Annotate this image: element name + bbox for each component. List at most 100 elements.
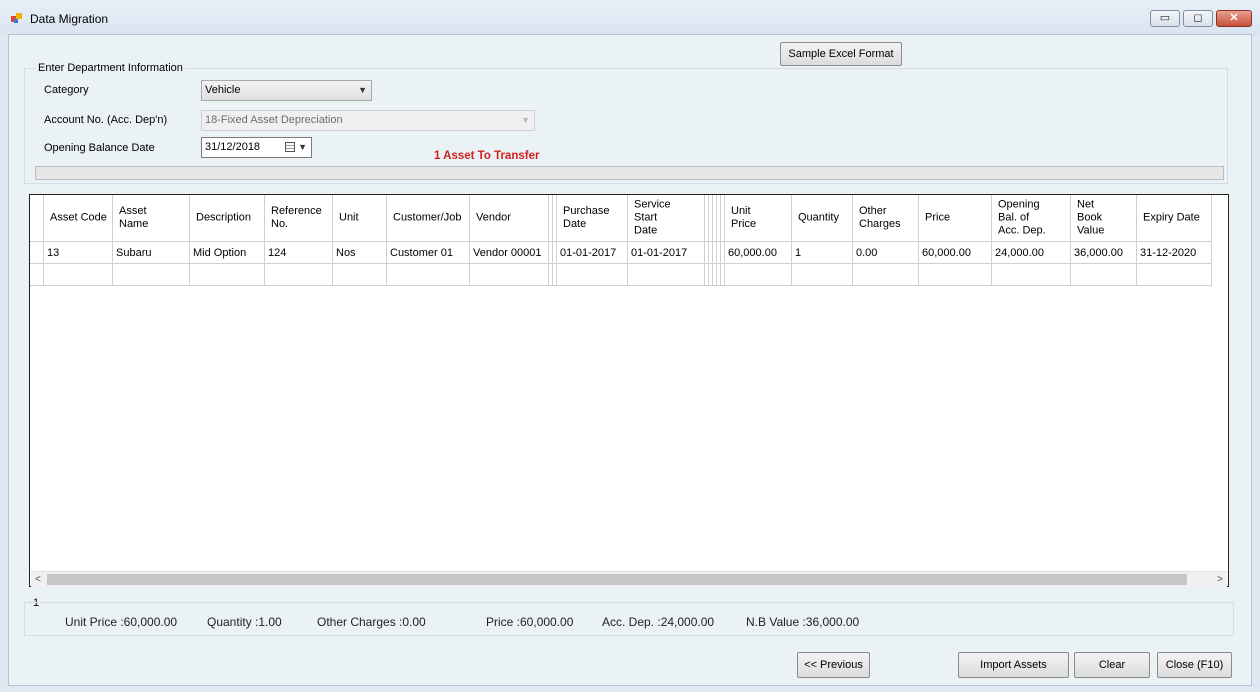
column-header[interactable]: Opening Bal. of Acc. Dep. bbox=[992, 195, 1071, 242]
table-cell[interactable]: 1 bbox=[792, 242, 853, 264]
new-row-cell[interactable] bbox=[992, 264, 1071, 286]
new-row-cell[interactable] bbox=[265, 264, 333, 286]
column-header-label: Expiry Date bbox=[1143, 211, 1200, 224]
new-row-cell[interactable] bbox=[1137, 264, 1212, 286]
opening-balance-date-picker[interactable]: 31/12/2018 ▼ bbox=[201, 137, 312, 158]
other-charges-summary: Other Charges :0.00 bbox=[317, 615, 426, 629]
table-cell[interactable]: 01-01-2017 bbox=[628, 242, 705, 264]
new-row-cell[interactable] bbox=[1071, 264, 1137, 286]
new-row-cell[interactable] bbox=[557, 264, 628, 286]
new-row-cell[interactable] bbox=[919, 264, 992, 286]
title-bar: Data Migration ▭ ◻ ✕ bbox=[0, 0, 1260, 36]
row-header-corner bbox=[30, 195, 44, 242]
account-select: 18-Fixed Asset Depreciation ▼ bbox=[201, 110, 535, 131]
scrollbar-thumb[interactable] bbox=[47, 574, 1187, 585]
acc-dep-summary: Acc. Dep. :24,000.00 bbox=[602, 615, 715, 629]
table-cell[interactable]: 36,000.00 bbox=[1071, 242, 1137, 264]
row-selector[interactable] bbox=[30, 242, 44, 264]
price-summary: Price :60,000.00 bbox=[486, 615, 574, 629]
column-header[interactable]: Quantity bbox=[792, 195, 853, 242]
column-header[interactable]: Unit bbox=[333, 195, 387, 242]
column-header-label: Unit bbox=[339, 211, 359, 224]
cell-value: Subaru bbox=[116, 247, 152, 259]
minimize-icon: ▭ bbox=[1159, 12, 1171, 24]
category-label: Category bbox=[44, 84, 89, 96]
quantity-summary: Quantity :1.00 bbox=[207, 615, 282, 629]
assets-grid[interactable]: Asset Code Asset Name Description Reference… bbox=[29, 194, 1229, 587]
cell-value: 60,000.00 bbox=[728, 247, 777, 259]
category-select[interactable]: Vehicle ▼ bbox=[201, 80, 372, 101]
table-cell[interactable]: Nos bbox=[333, 242, 387, 264]
column-header[interactable]: Expiry Date bbox=[1137, 195, 1212, 242]
close-window-button[interactable]: ✕ bbox=[1216, 10, 1252, 27]
column-header-label: Description bbox=[196, 211, 252, 224]
new-row-cell[interactable] bbox=[387, 264, 470, 286]
progress-bar bbox=[35, 166, 1224, 180]
previous-button[interactable]: << Previous bbox=[797, 652, 870, 678]
column-header-label: Opening Bal. of Acc. Dep. bbox=[998, 198, 1046, 237]
column-header[interactable]: Asset Name bbox=[113, 195, 190, 242]
new-row-cell[interactable] bbox=[113, 264, 190, 286]
close-button[interactable]: Close (F10) bbox=[1157, 652, 1232, 678]
table-cell[interactable]: 0.00 bbox=[853, 242, 919, 264]
column-header[interactable]: Reference No. bbox=[265, 195, 333, 242]
column-header[interactable]: Purchase Date bbox=[557, 195, 628, 242]
new-row-cell[interactable] bbox=[333, 264, 387, 286]
scroll-right-icon[interactable]: > bbox=[1217, 572, 1223, 587]
chevron-down-icon: ▼ bbox=[521, 115, 530, 125]
column-header-label: Purchase Date bbox=[563, 205, 610, 230]
table-cell[interactable]: Vendor 00001 bbox=[470, 242, 549, 264]
clear-button[interactable]: Clear bbox=[1074, 652, 1150, 678]
column-header-label: Unit Price bbox=[731, 205, 757, 230]
calendar-icon bbox=[285, 142, 295, 152]
table-cell[interactable]: 124 bbox=[265, 242, 333, 264]
account-value: 18-Fixed Asset Depreciation bbox=[205, 114, 343, 126]
cell-value: 124 bbox=[268, 247, 287, 259]
column-header-label: Asset Name bbox=[119, 205, 149, 230]
table-cell[interactable]: 24,000.00 bbox=[992, 242, 1071, 264]
column-header[interactable]: Service Start Date bbox=[628, 195, 705, 242]
minimize-button[interactable]: ▭ bbox=[1150, 10, 1180, 27]
row-selector[interactable] bbox=[30, 264, 44, 286]
column-header[interactable]: Customer/Job bbox=[387, 195, 470, 242]
sample-excel-format-button[interactable]: Sample Excel Format bbox=[780, 42, 902, 66]
column-header-label: Customer/Job bbox=[393, 211, 462, 224]
cell-value: Mid Option bbox=[193, 247, 247, 259]
table-cell[interactable]: 31-12-2020 bbox=[1137, 242, 1212, 264]
table-cell[interactable]: Mid Option bbox=[190, 242, 265, 264]
chevron-down-icon: ▼ bbox=[298, 142, 307, 152]
column-header-label: Other Charges bbox=[859, 205, 901, 230]
scroll-left-icon[interactable]: < bbox=[35, 572, 41, 587]
column-header[interactable]: Net Book Value bbox=[1071, 195, 1137, 242]
restore-button[interactable]: ◻ bbox=[1183, 10, 1213, 27]
new-row-cell[interactable] bbox=[725, 264, 792, 286]
table-cell[interactable]: Subaru bbox=[113, 242, 190, 264]
new-row-cell[interactable] bbox=[190, 264, 265, 286]
cell-value: 24,000.00 bbox=[995, 247, 1044, 259]
column-header[interactable]: Price bbox=[919, 195, 992, 242]
horizontal-scrollbar[interactable]: < > bbox=[31, 571, 1227, 587]
table-cell[interactable]: 01-01-2017 bbox=[557, 242, 628, 264]
cell-value: 31-12-2020 bbox=[1140, 247, 1197, 259]
column-header[interactable]: Other Charges bbox=[853, 195, 919, 242]
column-header[interactable]: Asset Code bbox=[44, 195, 113, 242]
table-cell[interactable]: 60,000.00 bbox=[919, 242, 992, 264]
new-row-cell[interactable] bbox=[44, 264, 113, 286]
new-row-cell[interactable] bbox=[853, 264, 919, 286]
table-cell[interactable]: 60,000.00 bbox=[725, 242, 792, 264]
column-header-label: Quantity bbox=[798, 211, 839, 224]
cell-value: 13 bbox=[47, 247, 60, 259]
new-row-cell[interactable] bbox=[628, 264, 705, 286]
opening-balance-label: Opening Balance Date bbox=[44, 142, 155, 154]
cell-value: 0.00 bbox=[856, 247, 878, 259]
new-row-cell[interactable] bbox=[792, 264, 853, 286]
column-header[interactable]: Description bbox=[190, 195, 265, 242]
nb-value-summary: N.B Value :36,000.00 bbox=[746, 615, 860, 629]
column-header[interactable]: Vendor bbox=[470, 195, 549, 242]
chevron-down-icon: ▼ bbox=[358, 85, 367, 95]
table-cell[interactable]: 13 bbox=[44, 242, 113, 264]
new-row-cell[interactable] bbox=[470, 264, 549, 286]
column-header[interactable]: Unit Price bbox=[725, 195, 792, 242]
import-assets-button[interactable]: Import Assets bbox=[958, 652, 1069, 678]
table-cell[interactable]: Customer 01 bbox=[387, 242, 470, 264]
